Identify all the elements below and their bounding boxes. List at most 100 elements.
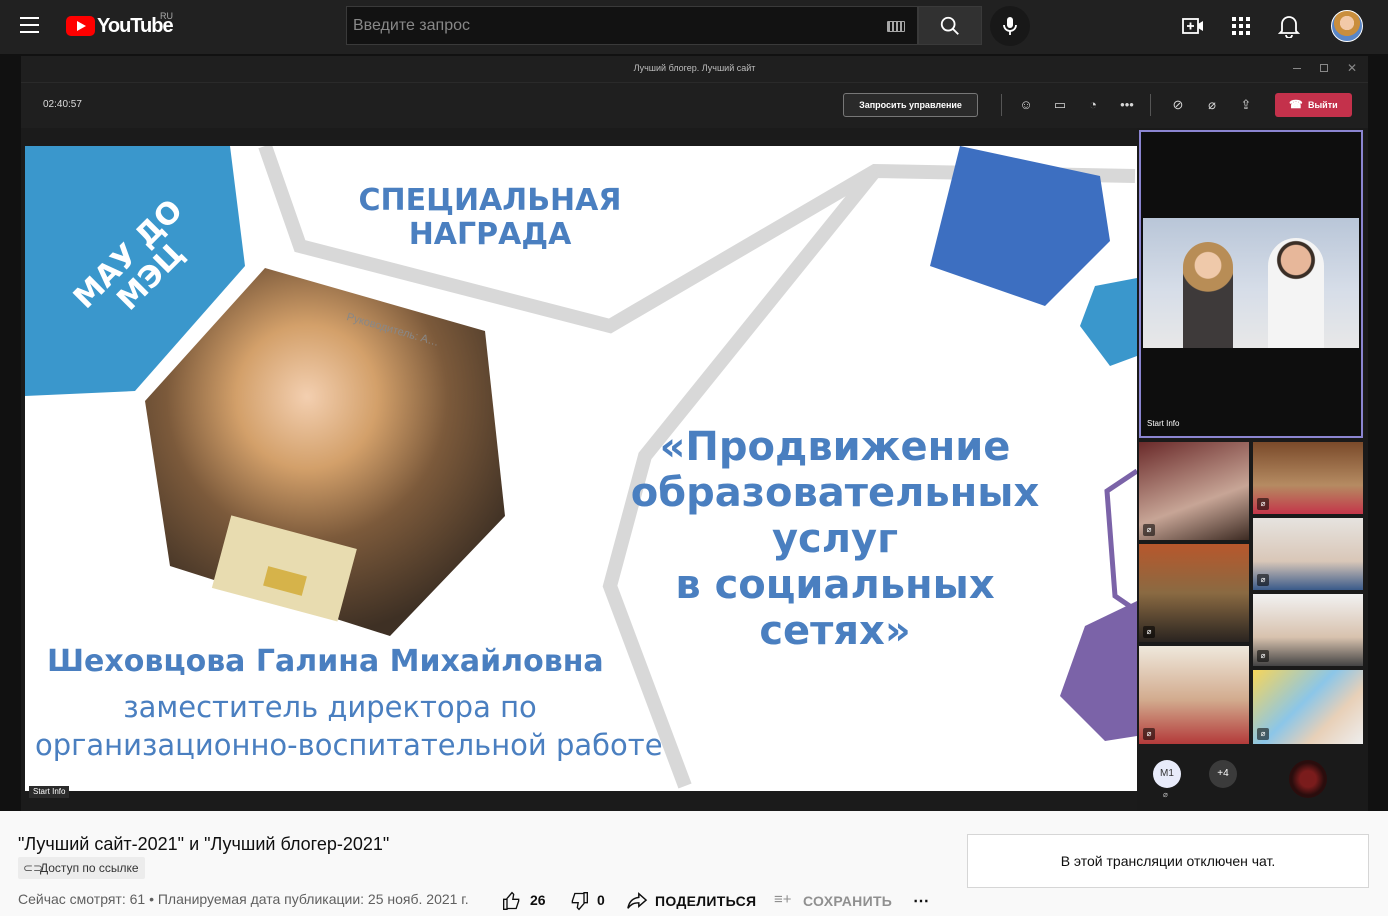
mic-off-icon: ⌀ (1257, 728, 1269, 740)
teams-window-title: Лучший блогер. Лучший сайт (21, 56, 1368, 82)
project-line-1: «Продвижение (659, 424, 1011, 470)
toolbar-divider (1001, 94, 1002, 116)
phone-icon: ☎ (1289, 99, 1303, 111)
mic-off-icon: ⌀ (1163, 790, 1168, 799)
region-label: RU (160, 11, 173, 21)
share-label: ПОДЕЛИТЬСЯ (655, 893, 757, 909)
speaker-video (1143, 218, 1359, 348)
close-window-icon[interactable]: ✕ (1347, 61, 1357, 75)
award-line-1: СПЕЦИАЛЬНАЯ (358, 183, 622, 218)
participant-tile[interactable]: ⌀ (1139, 544, 1249, 642)
mic-off-icon[interactable]: ⌀ (1203, 96, 1221, 114)
participant-tile[interactable]: ⌀ (1253, 442, 1363, 514)
search-input[interactable] (347, 7, 877, 44)
video-player[interactable]: Лучший блогер. Лучший сайт ✕ 02:40:57 За… (0, 54, 1388, 811)
youtube-header: YouTube RU (0, 0, 1388, 54)
award-title: СПЕЦИАЛЬНАЯ НАГРАДА (355, 184, 625, 252)
notifications-icon[interactable] (1278, 14, 1300, 38)
mic-off-icon: ⌀ (1257, 574, 1269, 586)
position-line-1: заместитель директора по (123, 690, 537, 724)
link-icon: ⊂⊃ (23, 861, 44, 875)
more-actions-icon[interactable]: ⋯ (913, 891, 929, 911)
restore-icon[interactable] (1320, 64, 1328, 72)
participant-man (1268, 238, 1324, 348)
presenter-label: Start Info (29, 786, 70, 798)
presentation-slide: МАУ ДО МЭЦ СПЕЦИАЛЬНАЯ НАГРАДА Руководит… (25, 146, 1137, 791)
privacy-label: Доступ по ссылке (40, 861, 139, 875)
award-line-2: НАГРАДА (408, 217, 572, 252)
position-line-2: организационно-воспитательной работе (35, 728, 663, 762)
search-box (346, 6, 918, 45)
mic-off-icon: ⌀ (1257, 650, 1269, 662)
active-speaker-tile[interactable]: Start Info (1139, 130, 1363, 438)
teams-toolbar: 02:40:57 Запросить управление ☺ ▭ ◔ ••• … (21, 82, 1368, 128)
request-control-label: Запросить управление (859, 100, 962, 110)
chat-disabled-box: В этой трансляции отключен чат. (967, 834, 1369, 888)
thumbs-down-icon (571, 892, 588, 911)
participants-panel: Start Info ⌀ ⌀ ⌀ ⌀ ⌀ ⌀ ⌀ М1 ⌀ +4 (1137, 128, 1368, 811)
share-button[interactable]: ПОДЕЛИТЬСЯ (626, 891, 756, 913)
more-participants-button[interactable]: +4 (1209, 760, 1237, 788)
avatar[interactable] (1289, 760, 1327, 798)
project-title: «Продвижение образовательных услуг в соц… (625, 424, 1045, 654)
create-video-icon[interactable] (1181, 14, 1205, 38)
avatar[interactable]: М1 (1153, 760, 1181, 788)
keyboard-icon[interactable] (887, 21, 905, 32)
save-button[interactable]: ≡+ СОХРАНИТЬ (774, 891, 894, 913)
user-avatar[interactable] (1331, 10, 1363, 42)
share-arrow-icon (627, 892, 648, 909)
video-info: "Лучший сайт-2021" и "Лучший блогер-2021… (0, 811, 1388, 916)
leave-label: Выйти (1308, 100, 1338, 110)
participant-tile[interactable]: ⌀ (1253, 518, 1363, 590)
participant-woman (1183, 242, 1233, 348)
dislike-button[interactable]: 0 (569, 891, 609, 913)
project-line-4: в социальных (675, 562, 995, 608)
apps-icon[interactable] (1231, 16, 1251, 36)
chat-disabled-message: В этой трансляции отключен чат. (1060, 853, 1276, 869)
mic-off-icon: ⌀ (1143, 626, 1155, 638)
participant-tile[interactable]: ⌀ (1253, 594, 1363, 666)
thumbs-up-icon (503, 891, 520, 910)
mic-icon (1003, 17, 1017, 35)
participant-tile[interactable]: ⌀ (1253, 670, 1363, 744)
participant-tile[interactable]: ⌀ (1139, 646, 1249, 744)
save-label: СОХРАНИТЬ (803, 893, 893, 909)
search-icon (940, 16, 959, 35)
camera-off-icon[interactable]: ⊘ (1169, 96, 1187, 114)
dislike-count: 0 (597, 892, 605, 908)
youtube-logo[interactable]: YouTube RU (66, 11, 174, 39)
person-position: заместитель директора по организационно-… (35, 688, 663, 764)
video-meta: Сейчас смотрят: 61 • Планируемая дата пу… (18, 891, 469, 907)
project-line-3: услуг (771, 516, 899, 562)
like-button[interactable]: 26 (502, 891, 552, 913)
mic-off-icon: ⌀ (1143, 524, 1155, 536)
video-title: "Лучший сайт-2021" и "Лучший блогер-2021… (18, 834, 390, 854)
voice-search-button[interactable] (990, 6, 1030, 46)
search-button[interactable] (918, 6, 982, 45)
more-count: +4 (1217, 768, 1229, 779)
project-line-5: сетях» (759, 608, 911, 654)
leave-button[interactable]: ☎ Выйти (1275, 93, 1352, 117)
participant-tile[interactable]: ⌀ (1139, 442, 1249, 540)
project-line-2: образовательных (630, 470, 1040, 516)
playlist-add-icon: ≡+ (774, 891, 792, 908)
menu-icon[interactable] (20, 17, 39, 33)
toolbar-divider (1150, 94, 1151, 116)
minimize-icon[interactable] (1293, 68, 1301, 69)
main-tile-label: Start Info (1147, 419, 1180, 428)
privacy-badge: ⊂⊃ Доступ по ссылке (18, 857, 145, 879)
reactions-icon[interactable]: ◔ (1084, 96, 1102, 114)
chat-icon[interactable]: ▭ (1051, 96, 1069, 114)
mic-off-icon: ⌀ (1257, 498, 1269, 510)
mic-off-icon: ⌀ (1143, 728, 1155, 740)
like-count: 26 (530, 892, 546, 908)
request-control-button[interactable]: Запросить управление (843, 93, 978, 117)
avatar-initials: М1 (1160, 768, 1174, 779)
share-icon[interactable]: ⇪ (1237, 96, 1255, 114)
meeting-timer: 02:40:57 (43, 99, 82, 110)
more-icon[interactable]: ••• (1118, 96, 1136, 114)
people-icon[interactable]: ☺ (1017, 96, 1035, 114)
person-name: Шеховцова Галина Михайловна (47, 644, 604, 679)
youtube-play-icon (66, 16, 95, 36)
teams-window: Лучший блогер. Лучший сайт ✕ 02:40:57 За… (21, 56, 1368, 811)
